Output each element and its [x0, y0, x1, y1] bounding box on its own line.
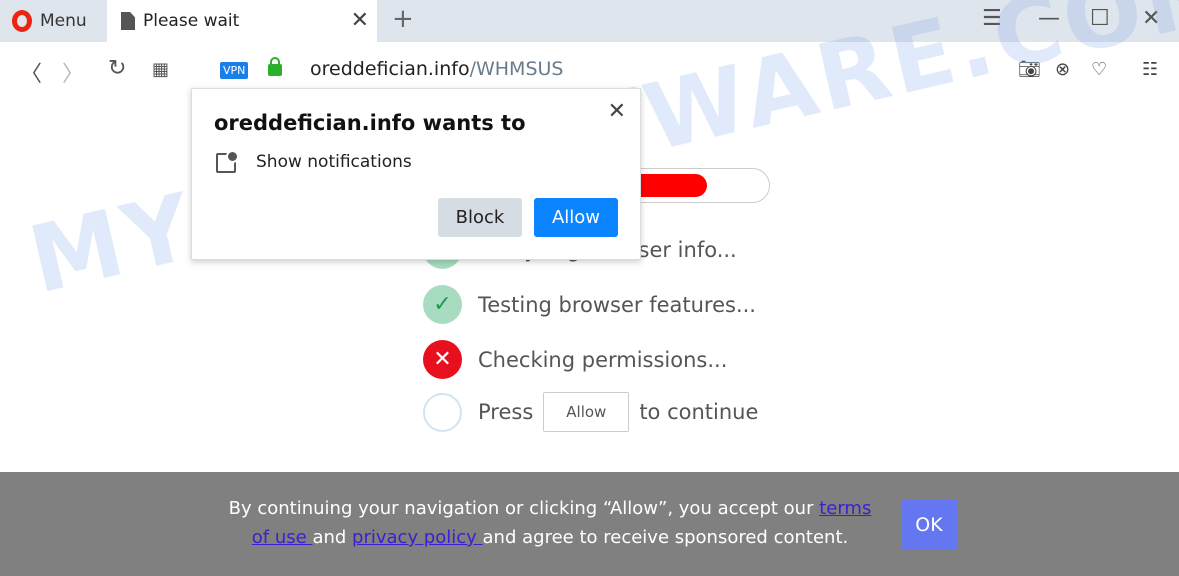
privacy-policy-link[interactable]: privacy policy [352, 527, 483, 548]
popup-title: oreddefician.info wants to [214, 111, 526, 135]
notification-permission-popup: oreddefician.info wants to ✕ Show notifi… [191, 88, 641, 260]
banner-text: By continuing your navigation or clickin… [220, 494, 880, 552]
maximize-icon[interactable]: ☐ [1090, 6, 1110, 31]
tab-title: Please wait [143, 11, 240, 31]
heart-icon[interactable]: ♡ [1091, 59, 1107, 80]
step-text: Testing browser features... [478, 292, 756, 317]
close-popup-icon[interactable]: ✕ [608, 99, 626, 124]
camera-icon[interactable]: 📷︎ [1018, 59, 1041, 80]
step-press-allow: Press Allow to continue [423, 392, 758, 432]
close-tab-icon[interactable]: ✕ [351, 8, 369, 33]
reload-icon[interactable]: ↻ [108, 56, 126, 81]
ok-button[interactable]: OK [901, 500, 957, 550]
minimize-icon[interactable]: — [1038, 6, 1060, 31]
back-icon[interactable]: 〈 [20, 56, 42, 88]
notification-icon [216, 150, 239, 173]
url-domain: oreddefician.info [310, 58, 470, 80]
tab-bar: Menu Please wait ✕ + ☰ — ☐ ✕ [0, 0, 1179, 42]
menu-label: Menu [40, 11, 87, 31]
allow-hint-box: Allow [543, 392, 630, 432]
consent-banner: By continuing your navigation or clickin… [0, 472, 1179, 576]
tab-please-wait[interactable]: Please wait ✕ [107, 0, 377, 42]
x-icon: ✕ [423, 340, 462, 379]
url-path: /WHMSUS [469, 58, 564, 80]
step-testing: ✓ Testing browser features... [423, 285, 756, 324]
continue-label: to continue [639, 400, 759, 424]
close-window-icon[interactable]: ✕ [1142, 6, 1160, 31]
permission-text: Show notifications [256, 152, 412, 172]
banner-text-before: By continuing your navigation or clickin… [228, 498, 820, 519]
step-text: Checking permissions... [478, 347, 728, 372]
step-permissions: ✕ Checking permissions... [423, 340, 727, 379]
new-tab-icon[interactable]: + [392, 4, 414, 34]
allow-button[interactable]: Allow [534, 198, 618, 237]
lock-icon[interactable] [268, 57, 282, 76]
press-label: Press [478, 400, 534, 424]
url-field[interactable]: oreddefician.info/WHMSUS [310, 58, 563, 80]
forward-icon[interactable]: 〉 [62, 56, 84, 88]
document-icon [121, 12, 135, 30]
block-button[interactable]: Block [438, 198, 522, 237]
ad-block-icon[interactable]: ⊗ [1055, 59, 1070, 80]
opera-logo-icon [12, 10, 32, 32]
banner-text-mid: and [312, 527, 353, 548]
tab-menu-icon[interactable]: ☰ [982, 6, 1002, 31]
settings-sliders-icon[interactable]: ☷ [1142, 59, 1158, 80]
opera-menu-button[interactable]: Menu [0, 0, 104, 42]
tabs-grid-icon[interactable]: ▦ [152, 59, 169, 80]
check-icon: ✓ [423, 285, 462, 324]
banner-text-after: and agree to receive sponsored content. [482, 527, 849, 548]
empty-circle-icon [423, 392, 462, 432]
vpn-badge[interactable]: VPN [220, 62, 249, 79]
